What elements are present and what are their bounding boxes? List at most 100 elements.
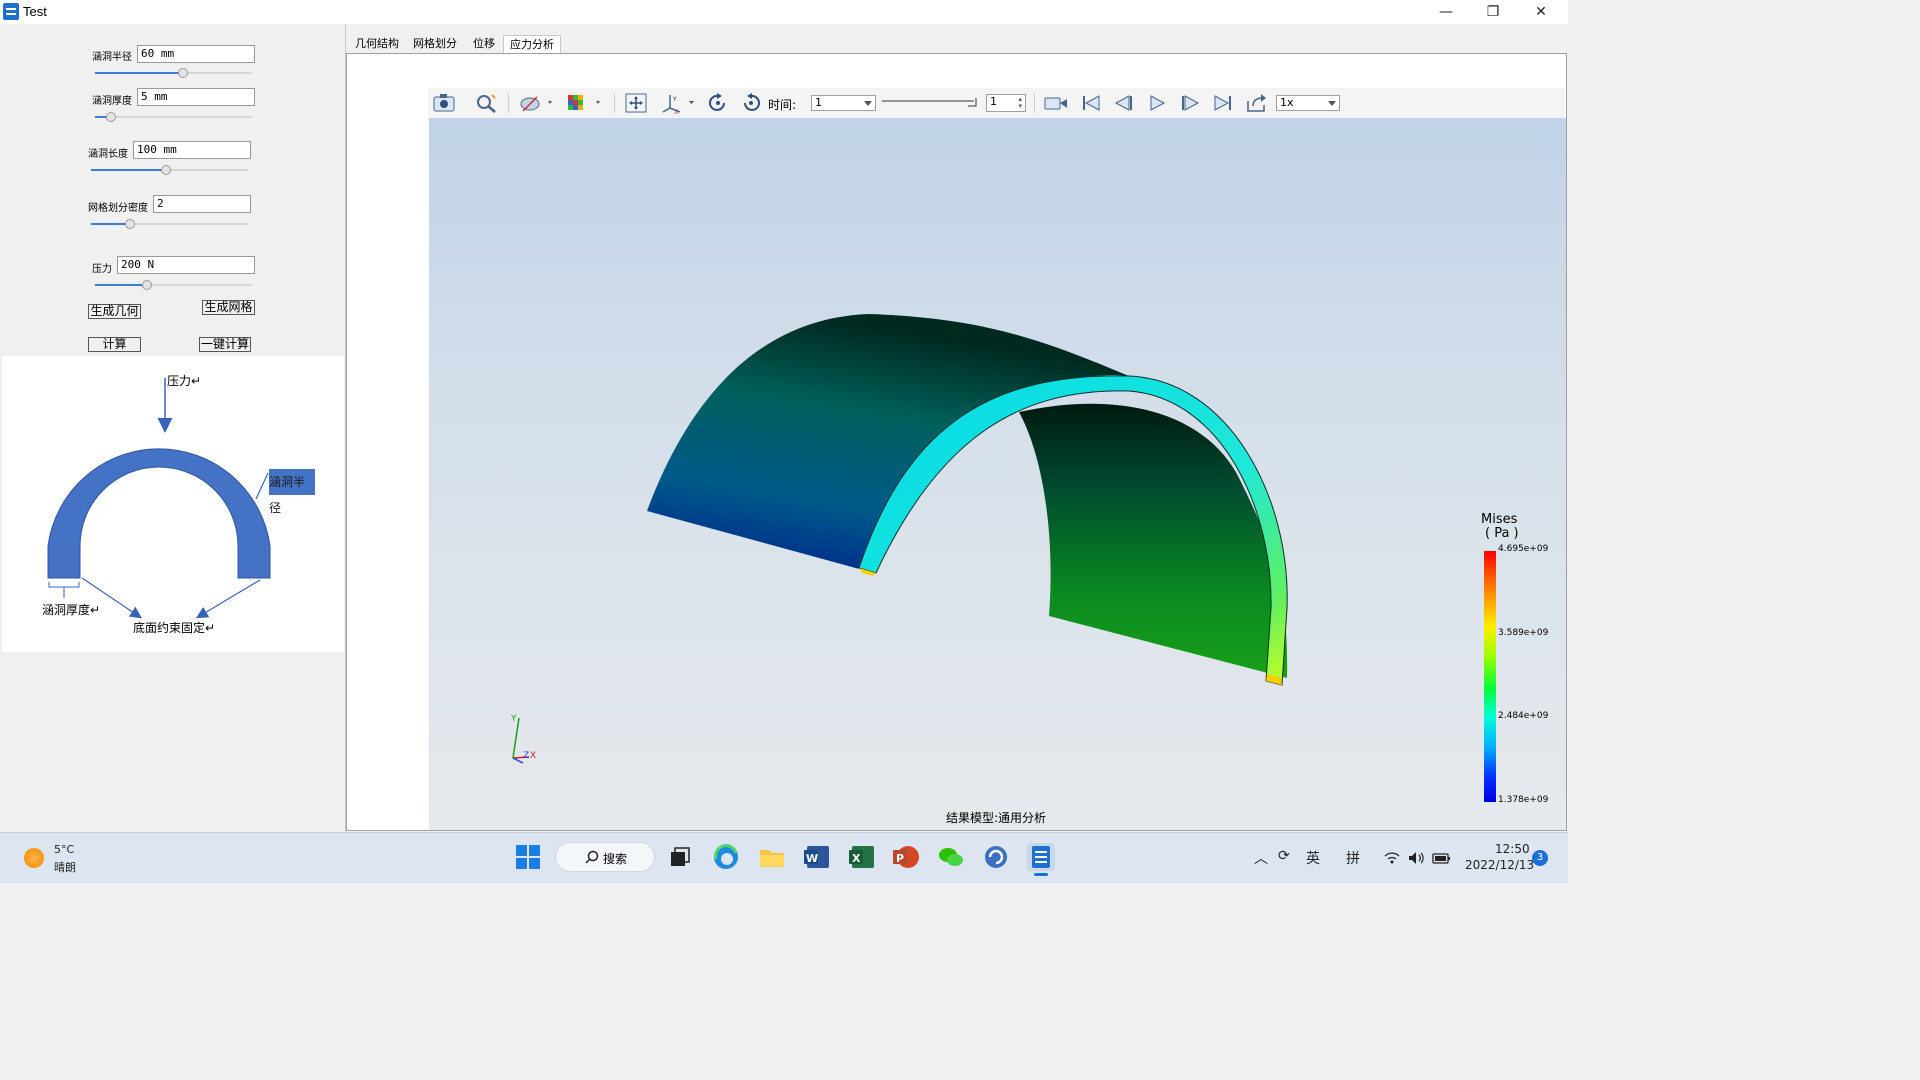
pressure-input[interactable]: 200 N bbox=[117, 256, 255, 274]
radius-input[interactable]: 60 mm bbox=[137, 45, 255, 63]
axis-x-label: X bbox=[530, 751, 536, 761]
tab-stress-analysis[interactable]: 应力分析 bbox=[503, 35, 561, 54]
result-model-label: 结果模型:通用分析 bbox=[946, 811, 1047, 825]
start-menu-icon[interactable] bbox=[514, 843, 542, 871]
camera-icon[interactable] bbox=[432, 92, 456, 114]
show-hidden-icons-icon[interactable]: ︿ bbox=[1254, 848, 1268, 868]
playback-speed-select[interactable]: 1x bbox=[1276, 95, 1340, 111]
one-click-compute-button[interactable]: 一键计算 bbox=[199, 337, 251, 352]
generate-mesh-button[interactable]: 生成网格 bbox=[202, 300, 255, 315]
wifi-icon[interactable] bbox=[1384, 851, 1400, 868]
radius-leader-line bbox=[255, 472, 269, 500]
legend-value-min: 1.378e+09 bbox=[1498, 795, 1549, 805]
culvert-arch-shape bbox=[47, 448, 271, 579]
time-select-value: 1 bbox=[815, 96, 822, 109]
legend-value-2: 3.589e+09 bbox=[1498, 628, 1549, 638]
compute-button[interactable]: 计算 bbox=[88, 337, 141, 352]
time-slider[interactable] bbox=[882, 97, 978, 107]
svg-text:X: X bbox=[674, 109, 678, 114]
length-slider[interactable] bbox=[91, 165, 248, 175]
weather-text: 晴朗 bbox=[54, 861, 76, 874]
last-frame-icon[interactable] bbox=[1211, 92, 1235, 114]
legend-title-text: Mises bbox=[1481, 512, 1518, 527]
minimize-button[interactable]: — bbox=[1423, 0, 1469, 24]
mesh-density-slider[interactable] bbox=[91, 219, 248, 229]
mesh-density-input[interactable]: 2 bbox=[153, 195, 251, 213]
ime-language[interactable]: 英 bbox=[1306, 848, 1320, 868]
thickness-input[interactable]: 5 mm bbox=[137, 88, 255, 106]
legend-unit: ( Pa ) bbox=[1485, 526, 1519, 541]
clock-time[interactable]: 12:50 bbox=[1495, 842, 1530, 856]
legend-title: Mises ( Pa ) bbox=[1481, 513, 1519, 541]
notification-badge[interactable]: 3 bbox=[1532, 850, 1548, 866]
clock-date[interactable]: 2022/12/13 bbox=[1465, 858, 1534, 872]
ime-mode[interactable]: 拼 bbox=[1346, 848, 1360, 868]
sun-icon[interactable] bbox=[24, 848, 44, 868]
diagram-pressure-label: 压力↵ bbox=[167, 374, 202, 388]
rotate-cw-icon[interactable] bbox=[706, 92, 730, 114]
playback-speed-value: 1x bbox=[1280, 96, 1294, 109]
tab-geometry[interactable]: 几何结构 bbox=[349, 35, 405, 53]
legend-value-3: 2.484e+09 bbox=[1498, 711, 1549, 721]
weather-temp: 5°C bbox=[54, 843, 75, 856]
play-icon[interactable] bbox=[1145, 92, 1169, 114]
title-bar bbox=[0, 0, 1568, 24]
battery-icon[interactable] bbox=[1432, 851, 1452, 868]
thickness-slider[interactable] bbox=[95, 112, 252, 122]
axes-view-icon[interactable]: YX bbox=[660, 92, 694, 116]
active-app-indicator bbox=[1034, 873, 1048, 876]
tab-mesh[interactable]: 网格划分 bbox=[407, 35, 463, 53]
generate-geometry-button[interactable]: 生成几何 bbox=[88, 304, 141, 319]
color-map-icon[interactable] bbox=[566, 92, 600, 114]
step-spinbox[interactable]: 1 ▴ ▾ bbox=[986, 94, 1026, 112]
length-label: 涵洞长度 bbox=[88, 149, 128, 160]
sync-icon[interactable]: ⟳ bbox=[1278, 848, 1290, 864]
powerpoint-icon[interactable]: P bbox=[892, 843, 920, 871]
mesh-density-label: 网格划分密度 bbox=[88, 203, 148, 214]
word-icon[interactable]: W bbox=[803, 843, 831, 871]
pressure-label: 压力 bbox=[92, 264, 112, 275]
window-title: Test bbox=[23, 4, 47, 19]
next-frame-icon[interactable] bbox=[1178, 92, 1202, 114]
svg-text:Y: Y bbox=[672, 96, 677, 103]
culvert-3d-model: Y Z X bbox=[510, 314, 1288, 764]
legend-color-bar bbox=[1484, 551, 1496, 802]
svg-text:X: X bbox=[852, 852, 861, 865]
fixed-arrow-right bbox=[195, 579, 261, 619]
volume-icon[interactable] bbox=[1408, 851, 1426, 868]
step-spinbox-value: 1 bbox=[990, 95, 997, 108]
first-frame-icon[interactable] bbox=[1079, 92, 1103, 114]
fit-view-icon[interactable] bbox=[624, 92, 648, 114]
search-icon bbox=[585, 850, 599, 867]
length-input[interactable]: 100 mm bbox=[133, 141, 251, 159]
axis-y-label: Y bbox=[510, 714, 517, 724]
radius-slider[interactable] bbox=[95, 68, 252, 78]
display-mode-icon[interactable] bbox=[518, 92, 552, 114]
pressure-slider[interactable] bbox=[95, 280, 252, 290]
close-button[interactable]: ✕ bbox=[1518, 0, 1564, 24]
radius-label: 涵洞半径 bbox=[92, 52, 132, 63]
svg-text:P: P bbox=[896, 852, 904, 865]
diagram-fixed-label: 底面约束固定↵ bbox=[133, 621, 216, 635]
file-explorer-icon[interactable] bbox=[758, 843, 786, 871]
export-icon[interactable] bbox=[1245, 92, 1269, 114]
previous-frame-icon[interactable] bbox=[1112, 92, 1136, 114]
wechat-icon[interactable] bbox=[937, 843, 965, 871]
thickness-label: 涵洞厚度 bbox=[92, 96, 132, 107]
record-video-icon[interactable] bbox=[1043, 92, 1067, 114]
app-swirl-icon[interactable] bbox=[982, 843, 1010, 871]
3d-viewport[interactable]: Y Z X bbox=[429, 118, 1566, 830]
diagram-thickness-label: 涵洞厚度↵ bbox=[42, 603, 101, 617]
svg-text:W: W bbox=[806, 852, 818, 865]
test-app-taskbar-icon[interactable] bbox=[1027, 843, 1055, 871]
task-view-icon[interactable] bbox=[666, 843, 694, 871]
tab-displacement[interactable]: 位移 bbox=[467, 35, 501, 53]
time-select[interactable]: 1 bbox=[811, 95, 876, 111]
rotate-ccw-icon[interactable] bbox=[739, 92, 763, 114]
time-label: 时间: bbox=[768, 98, 797, 112]
excel-icon[interactable]: X bbox=[848, 843, 876, 871]
maximize-button[interactable]: ❐ bbox=[1470, 0, 1516, 24]
app-icon bbox=[3, 3, 19, 20]
edge-browser-icon[interactable] bbox=[712, 843, 740, 871]
zoom-pick-icon[interactable] bbox=[474, 92, 498, 114]
